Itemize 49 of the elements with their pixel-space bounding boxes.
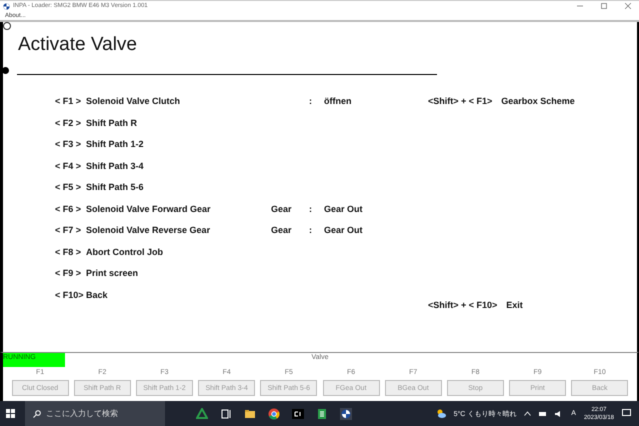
circle-marker (3, 22, 11, 30)
task-view-icon[interactable] (220, 408, 232, 420)
key-label: < F9 > (55, 268, 82, 278)
key-label: < F8 > (55, 246, 82, 256)
key-label: < F10> (55, 290, 85, 300)
taskbar-search-field[interactable]: ここに入力して検索 (25, 401, 165, 426)
colon-separator: : (309, 225, 313, 235)
chevron-up-icon[interactable] (524, 411, 532, 416)
function-label: Solenoid Valve Forward Gear (86, 204, 212, 214)
function-label: Solenoid Valve Reverse Gear (86, 225, 212, 235)
colon-separator: : (309, 204, 313, 214)
function-label: Solenoid Valve Clutch (86, 96, 182, 106)
notification-icon[interactable] (622, 409, 631, 418)
browser-icon[interactable] (268, 408, 280, 420)
field-value: öffnen (324, 96, 352, 106)
key-label: <Shift> + < F1> (428, 96, 492, 106)
field-value: Gear Out (324, 204, 363, 214)
field-label: Gear (271, 204, 292, 214)
function-label: Shift Path R (86, 118, 138, 128)
function-label: Shift Path 5-6 (86, 182, 145, 192)
key-label: <Shift> + < F10> (428, 300, 498, 310)
page-heading: Activate Valve (18, 34, 138, 56)
windows-icon[interactable] (6, 409, 15, 418)
key-label: < F2 > (55, 118, 82, 128)
key-label: < F5 > (55, 182, 82, 192)
function-label: Print screen (86, 268, 140, 278)
function-label: Shift Path 3-4 (86, 160, 145, 170)
function-label: Gearbox Scheme (501, 96, 575, 106)
colon-separator: : (309, 96, 313, 106)
field-value: Gear Out (324, 225, 363, 235)
key-label: < F7 > (55, 225, 82, 235)
battery-icon[interactable] (539, 410, 548, 418)
minimize-icon[interactable] (577, 3, 583, 9)
function-label: Abort Control Job (86, 246, 164, 256)
key-label: < F4 > (55, 160, 82, 170)
weather-icon[interactable] (436, 409, 446, 418)
key-label: < F3 > (55, 139, 82, 149)
function-label: Back (86, 290, 109, 300)
search-placeholder: ここに入力して検索 (46, 408, 118, 419)
function-label: Exit (506, 300, 523, 310)
spreadsheet-icon[interactable] (316, 408, 328, 420)
maximize-icon[interactable] (601, 3, 607, 9)
search-icon (33, 410, 41, 418)
key-label: < F6 > (55, 204, 82, 214)
function-label: Shift Path 1-2 (86, 139, 145, 149)
folder-icon[interactable] (244, 408, 256, 420)
key-label: < F1 > (55, 96, 82, 106)
close-icon[interactable] (625, 3, 631, 9)
field-label: Gear (271, 225, 292, 235)
